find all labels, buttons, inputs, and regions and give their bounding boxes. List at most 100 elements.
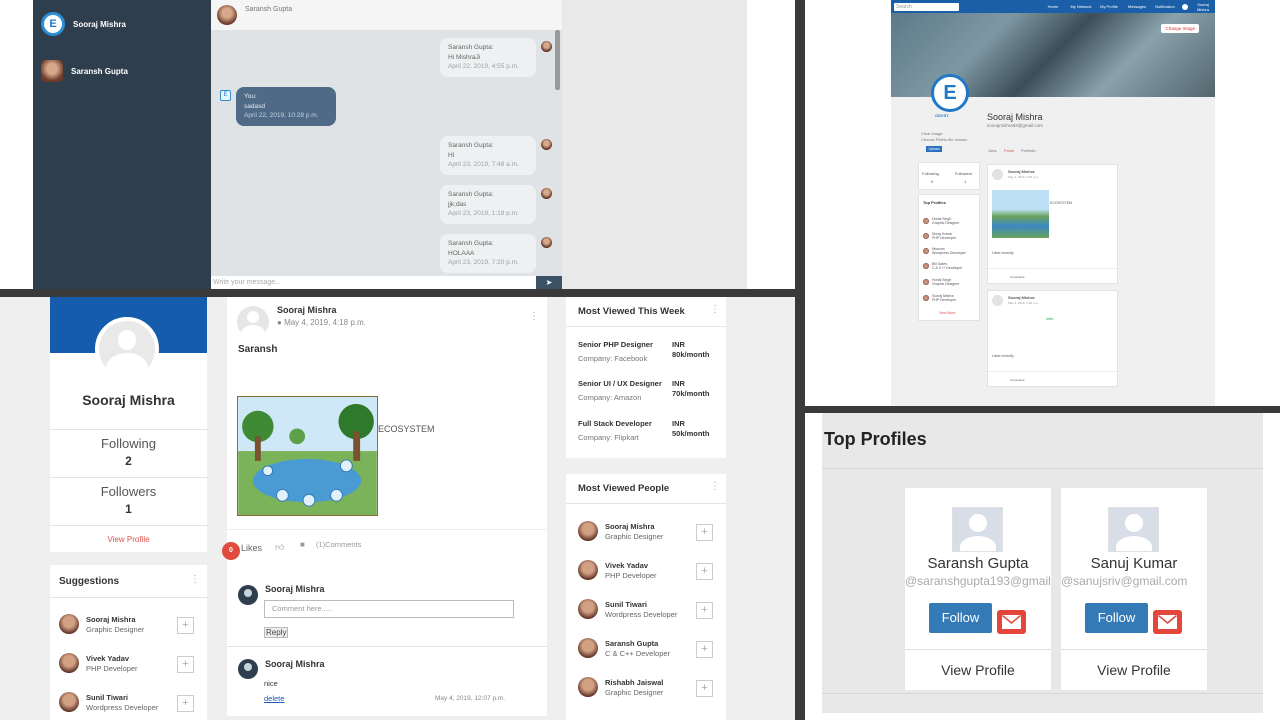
- job-company: Company: Facebook: [578, 354, 648, 363]
- comments-label[interactable]: Comments: [1010, 275, 1025, 279]
- comment-icon[interactable]: ■: [300, 540, 305, 549]
- comment-input[interactable]: Comment here.....: [264, 600, 514, 618]
- list-item[interactable]: Shray Kumar PHP Developer: [923, 232, 956, 240]
- user-menu-name[interactable]: Sooraj Mishra: [1194, 2, 1212, 12]
- post-title: Saransh: [238, 344, 278, 355]
- chat-contacts-sidebar: E Sooraj Mishra Saransh Gupta: [33, 0, 211, 289]
- avatar: [578, 560, 598, 580]
- job-title: Senior UI / UX Designer: [578, 379, 662, 388]
- list-item[interactable]: Hortal Singh Graphic Designer: [923, 217, 959, 225]
- send-button[interactable]: ➤: [536, 276, 562, 289]
- add-connection-button[interactable]: +: [696, 563, 713, 580]
- message-bubble: Saransh Gupta: Hi MishraJi April 22, 201…: [440, 38, 536, 77]
- top-navbar: Search Home My Network My Profile Messag…: [891, 0, 1215, 13]
- profile-name: Sooraj Mishra: [82, 392, 175, 408]
- likes-label: Likes: [241, 543, 263, 553]
- person-name[interactable]: Saransh Gupta: [605, 639, 670, 648]
- person-role: Wordpress Developer: [86, 702, 159, 712]
- add-connection-button[interactable]: +: [696, 524, 713, 541]
- message-button[interactable]: [1153, 610, 1182, 634]
- top-profiles-title: Top Profiles: [824, 429, 927, 449]
- list-item[interactable]: Nisavan Wordpress Developer: [923, 247, 966, 255]
- comments-label[interactable]: Comments: [1010, 378, 1025, 382]
- avatar: [1108, 507, 1159, 552]
- follow-button[interactable]: Follow: [1085, 603, 1148, 633]
- post-card: Sooraj Mishra ● May 4, 2019, 4:18 p.m. ⋮…: [222, 297, 547, 716]
- avatar: [59, 614, 79, 634]
- comments-count[interactable]: (1)Comments: [316, 540, 361, 549]
- add-connection-button[interactable]: +: [177, 695, 194, 712]
- nav-notification[interactable]: Notification: [1154, 4, 1176, 9]
- search-input[interactable]: Search: [894, 2, 959, 11]
- user-menu-avatar[interactable]: [1182, 3, 1188, 10]
- job-item[interactable]: Senior UI / UX Designer Company: Amazon: [578, 379, 662, 402]
- view-more-link[interactable]: View More: [939, 311, 955, 315]
- nav-my-network[interactable]: My Network: [1070, 4, 1092, 9]
- list-item[interactable]: Bill Gates C & C++ Developer: [923, 262, 962, 270]
- follow-stats-box: Following 0 Followers 1: [918, 162, 980, 190]
- follow-button[interactable]: Follow: [929, 603, 992, 633]
- add-connection-button[interactable]: +: [696, 680, 713, 697]
- ecosystem-logo-icon: E: [41, 12, 65, 36]
- image-caption: ECOSYSTEM: [1050, 201, 1072, 205]
- person-name[interactable]: Vivek Yadav: [86, 654, 138, 663]
- view-profile-link[interactable]: View Profile: [50, 535, 207, 544]
- job-item[interactable]: Full Stack Developer Company: Flipkart: [578, 419, 652, 442]
- person-name[interactable]: Sunil Tiwari: [605, 600, 677, 609]
- person-name[interactable]: Vivek Yadav: [605, 561, 657, 570]
- add-connection-button[interactable]: +: [177, 656, 194, 673]
- message-sender: Saransh Gupta:: [448, 191, 494, 198]
- contact-item[interactable]: E Sooraj Mishra: [41, 12, 126, 36]
- kebab-menu-icon[interactable]: ⋮: [710, 481, 720, 492]
- person-name[interactable]: Sooraj Mishra: [86, 615, 144, 624]
- kebab-menu-icon[interactable]: ⋮: [190, 574, 200, 585]
- choose-file-button[interactable]: Choose File: [921, 137, 942, 142]
- list-item[interactable]: Hortal Singh Graphic Designer: [923, 278, 959, 286]
- message-sender: You:: [244, 93, 257, 100]
- comment-author: Sooraj Mishra: [265, 584, 325, 594]
- ecosystem-image: [237, 396, 378, 516]
- nav-my-profile[interactable]: My Profile: [1098, 4, 1120, 9]
- post-footer-text: Liked recently: [992, 354, 1014, 358]
- delete-comment-link[interactable]: delete: [264, 694, 284, 703]
- add-connection-button[interactable]: +: [696, 602, 713, 619]
- following-count: 2: [125, 454, 132, 468]
- kebab-menu-icon[interactable]: ⋮: [710, 304, 720, 315]
- profile-page: Search Home My Network My Profile Messag…: [891, 0, 1215, 406]
- person-name[interactable]: Rishabh Jaiswal: [605, 678, 663, 687]
- most-viewed-week-card: Most Viewed This Week ⋮ Senior PHP Desig…: [566, 297, 726, 458]
- change-image-button[interactable]: Change Image: [1161, 24, 1199, 33]
- avatar: [541, 139, 552, 150]
- add-connection-button[interactable]: +: [177, 617, 194, 634]
- kebab-menu-icon[interactable]: ⋮: [529, 311, 539, 322]
- message-button[interactable]: [997, 610, 1026, 634]
- upload-button[interactable]: Upload: [926, 146, 942, 152]
- message-time: April 23, 2019, 7:20 p.m.: [448, 259, 519, 266]
- add-connection-button[interactable]: +: [696, 641, 713, 658]
- clear-image-checkbox[interactable]: Clear image: [921, 131, 943, 136]
- message-input[interactable]: Write your message...: [211, 276, 536, 289]
- post-author[interactable]: Sooraj Mishra: [277, 305, 337, 315]
- chat-scrollbar[interactable]: [555, 30, 560, 90]
- feed-panel: Sooraj Mishra Following 2 Followers 1 Vi…: [0, 297, 795, 720]
- tab-portfolio[interactable]: Portfolio: [1021, 148, 1036, 153]
- view-profile-link[interactable]: View Profile: [905, 662, 1051, 678]
- contact-item[interactable]: Saransh Gupta: [41, 60, 128, 82]
- view-profile-link[interactable]: View Profile: [1061, 662, 1207, 678]
- tab-jobs[interactable]: Jobs: [988, 148, 996, 153]
- person-name[interactable]: Sunil Tiwari: [86, 693, 158, 702]
- reply-button[interactable]: Reply: [264, 627, 289, 638]
- nav-home[interactable]: Home: [1042, 4, 1064, 9]
- list-item[interactable]: Sooraj Mishra PHP Developer: [923, 294, 956, 302]
- job-item[interactable]: Senior PHP Designer Company: Facebook: [578, 340, 653, 363]
- tab-posts[interactable]: Posts: [1004, 148, 1014, 153]
- avatar: [541, 188, 552, 199]
- image-caption: ECOSYSTEM: [378, 424, 435, 434]
- thumbs-up-icon[interactable]: 👍︎: [275, 542, 284, 553]
- profile-card: Sanuj Kumar @sanujsriv@gmail.com Follow …: [1061, 488, 1207, 690]
- job-pay: INR 80k/month: [672, 340, 710, 359]
- person-name[interactable]: Sooraj Mishra: [605, 522, 663, 531]
- avatar: [59, 653, 79, 673]
- comment-text: nice: [264, 679, 278, 688]
- nav-messages[interactable]: Messages: [1126, 4, 1148, 9]
